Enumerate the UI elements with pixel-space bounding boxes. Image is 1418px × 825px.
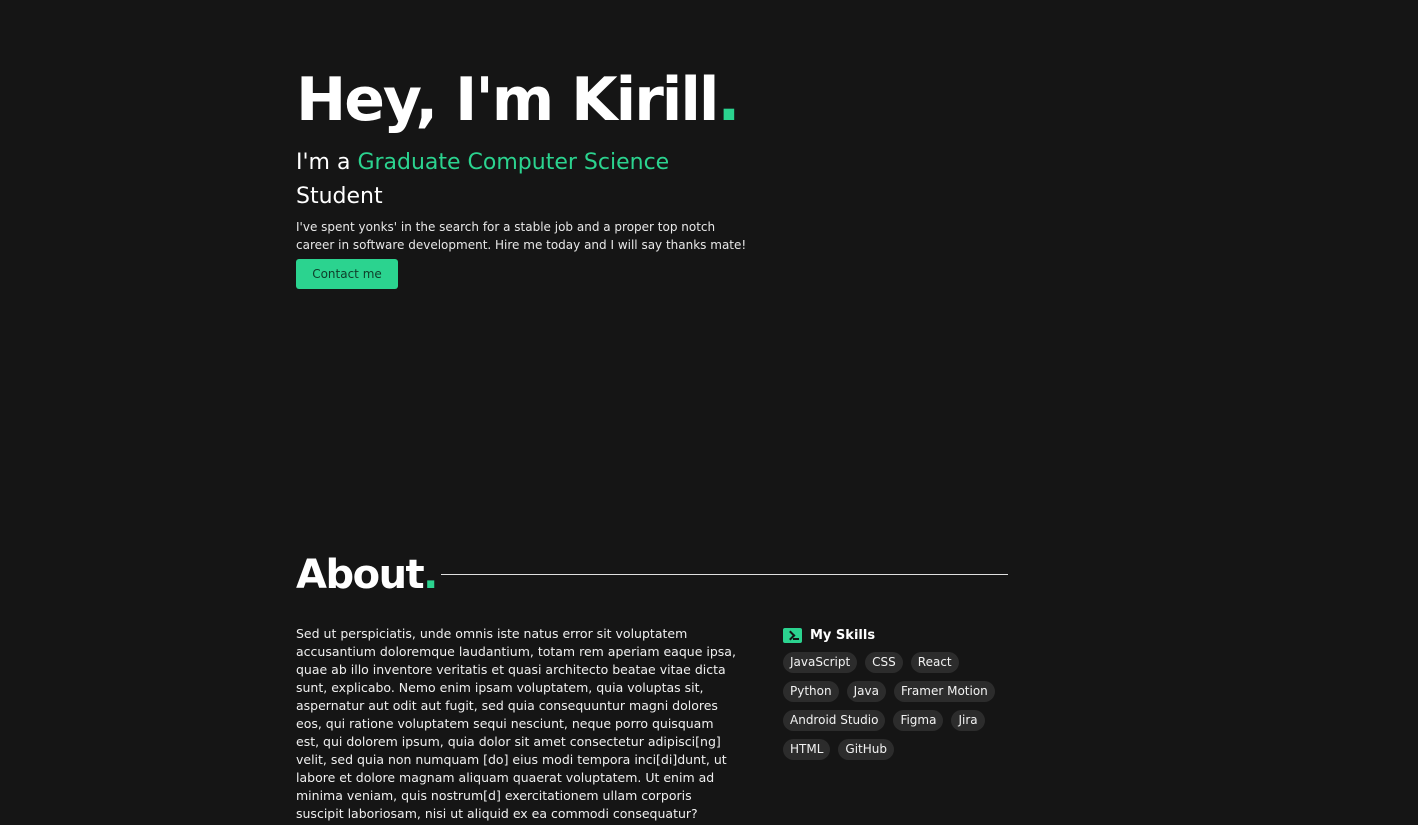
hero-description: I've spent yonks' in the search for a st… <box>296 220 747 252</box>
contact-button[interactable]: Contact me <box>296 259 398 289</box>
hero-title: Hey, I'm Kirill. <box>296 64 756 136</box>
about-title-text: About <box>296 552 425 598</box>
skill-chip: Jira <box>951 710 985 731</box>
about-header: About. <box>296 552 1008 598</box>
subtitle-highlight: Graduate Computer Science <box>357 150 670 175</box>
terminal-icon <box>783 627 802 643</box>
hero-title-dot: . <box>717 65 741 135</box>
skill-chip: Java <box>846 681 886 702</box>
skill-chip: HTML <box>783 739 831 760</box>
about-title: About. <box>296 552 438 598</box>
skill-chip: CSS <box>865 652 903 673</box>
skill-chip: Framer Motion <box>893 681 995 702</box>
hero-section: Hey, I'm Kirill. I'm a Graduate Computer… <box>296 64 756 289</box>
section-divider <box>441 574 1008 575</box>
hero-name: Hey, I'm Kirill <box>296 65 719 135</box>
skill-chip: React <box>910 652 959 673</box>
about-title-dot: . <box>423 552 438 598</box>
about-body: Sed ut perspiciatis, unde omnis iste nat… <box>296 626 736 821</box>
skill-chip: Android Studio <box>783 710 886 731</box>
hero-subtitle: I'm a Graduate Computer Science Student <box>296 146 716 214</box>
skills-list: JavaScript CSS React Python Java Framer Motio… <box>783 652 1013 760</box>
subtitle-prefix: I'm a <box>296 150 358 175</box>
skills-panel: My Skills JavaScript CSS React Python Java Fr… <box>783 626 1013 760</box>
skill-chip: GitHub <box>838 739 894 760</box>
skill-chip: Python <box>783 681 839 702</box>
skill-chip: JavaScript <box>783 652 858 673</box>
skills-header: My Skills <box>783 626 1013 644</box>
subtitle-suffix: Student <box>296 184 383 209</box>
skills-title: My Skills <box>810 627 876 643</box>
skill-chip: Figma <box>893 710 944 731</box>
page: Hey, I'm Kirill. I'm a Graduate Computer… <box>0 0 1418 825</box>
